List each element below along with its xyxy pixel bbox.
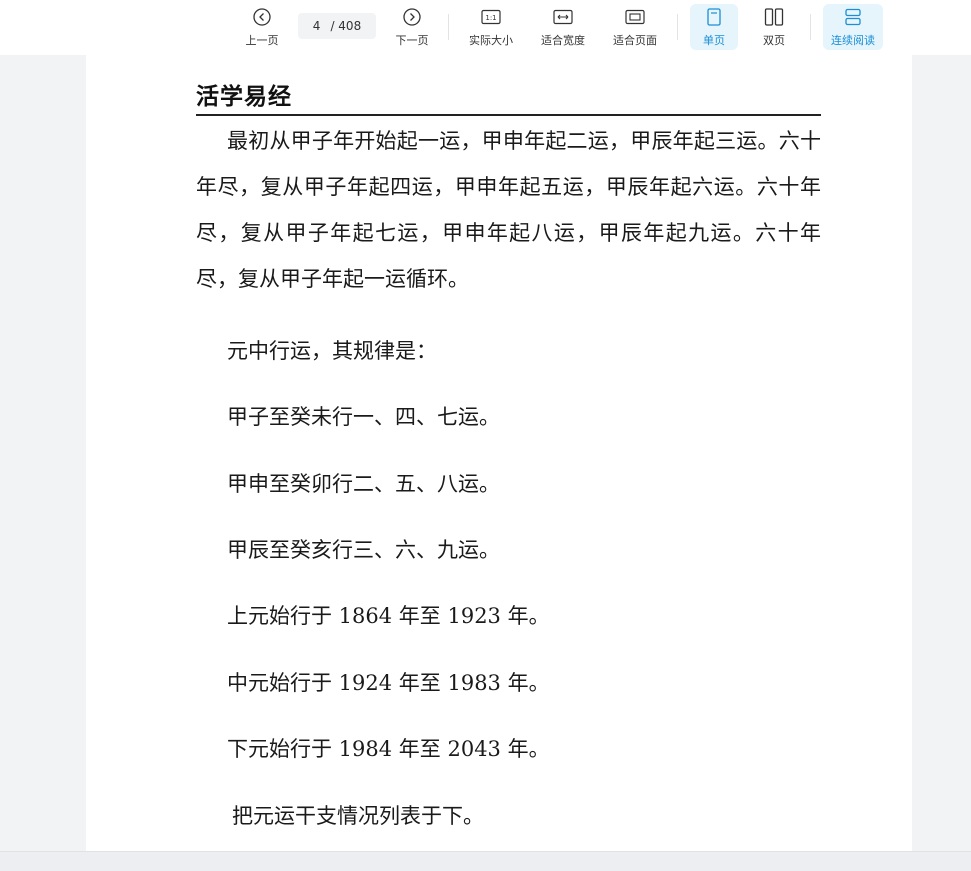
total-pages: / 408 xyxy=(330,19,362,33)
text-line: 把元运干支情况列表于下。 xyxy=(232,804,484,828)
single-page-label: 单页 xyxy=(703,34,725,47)
continuous-reading-icon xyxy=(844,6,862,28)
prev-page-label: 上一页 xyxy=(245,34,279,47)
toolbar-divider xyxy=(677,14,678,40)
prev-page-button[interactable]: 上一页 xyxy=(238,4,286,50)
fit-width-icon xyxy=(553,6,573,28)
page-number-field[interactable]: 4 / 408 xyxy=(298,13,376,39)
chevron-right-circle-icon xyxy=(403,6,421,28)
continuous-reading-label: 连续阅读 xyxy=(831,34,875,47)
toolbar: 上一页 4 / 408 下一页 1:1 实际大小 适合宽度 适合页面 单页 双页… xyxy=(0,0,971,55)
chevron-left-circle-icon xyxy=(253,6,271,28)
text-line: 元中行运，其规律是： xyxy=(227,339,437,363)
next-page-button[interactable]: 下一页 xyxy=(388,4,436,50)
toolbar-divider xyxy=(448,14,449,40)
text-line: 甲辰至癸亥行三、六、九运。 xyxy=(227,538,500,562)
fit-width-label: 适合宽度 xyxy=(541,34,585,47)
continuous-reading-button[interactable]: 连续阅读 xyxy=(823,4,883,50)
title-divider xyxy=(196,114,821,116)
text-line: 甲子至癸未行一、四、七运。 xyxy=(227,405,500,429)
double-page-label: 双页 xyxy=(763,34,785,47)
fit-page-icon xyxy=(625,6,645,28)
scrollbar[interactable] xyxy=(967,55,971,851)
single-page-icon xyxy=(706,6,722,28)
text-line: 下元始行于 1984 年至 2043 年。 xyxy=(227,737,550,761)
current-page-input[interactable]: 4 xyxy=(313,19,321,33)
document-page: 活学易经 最初从甲子年开始起一运，甲申年起二运，甲辰年起三运。六十年尽，复从甲子… xyxy=(86,55,912,851)
page-title: 活学易经 xyxy=(196,84,292,110)
fit-page-button[interactable]: 适合页面 xyxy=(606,4,664,50)
body-paragraph: 最初从甲子年开始起一运，甲申年起二运，甲辰年起三运。六十年尽，复从甲子年起四运，… xyxy=(196,129,821,291)
actual-size-icon: 1:1 xyxy=(481,6,501,28)
double-page-icon xyxy=(764,6,784,28)
text-line: 上元始行于 1864 年至 1923 年。 xyxy=(227,604,550,628)
fit-width-button[interactable]: 适合宽度 xyxy=(534,4,592,50)
single-page-button[interactable]: 单页 xyxy=(690,4,738,50)
svg-text:1:1: 1:1 xyxy=(485,14,496,22)
text-line: 中元始行于 1924 年至 1983 年。 xyxy=(227,671,550,695)
double-page-button[interactable]: 双页 xyxy=(750,4,798,50)
toolbar-divider xyxy=(810,14,811,40)
document-viewer[interactable]: 活学易经 最初从甲子年开始起一运，甲申年起二运，甲辰年起三运。六十年尽，复从甲子… xyxy=(0,55,971,851)
fit-page-label: 适合页面 xyxy=(613,34,657,47)
actual-size-button[interactable]: 1:1 实际大小 xyxy=(462,4,520,50)
text-line: 甲申至癸卯行二、五、八运。 xyxy=(227,472,500,496)
bottom-bar xyxy=(0,851,971,871)
next-page-label: 下一页 xyxy=(395,34,429,47)
actual-size-label: 实际大小 xyxy=(469,34,513,47)
